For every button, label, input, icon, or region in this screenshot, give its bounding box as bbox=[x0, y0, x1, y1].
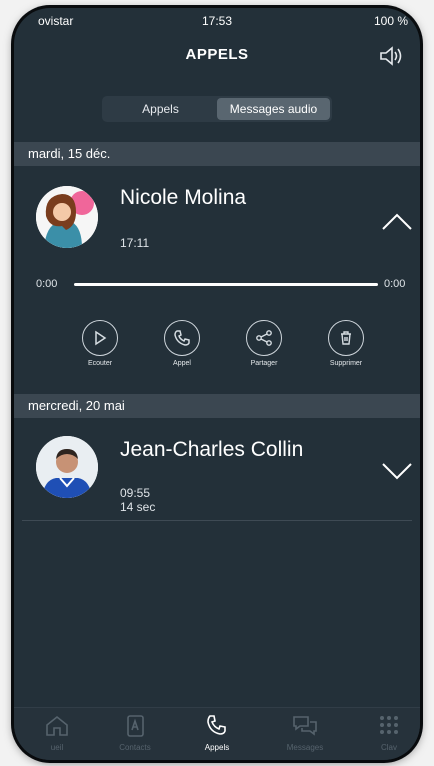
tab-contacts[interactable]: Contacts bbox=[100, 714, 170, 752]
tab-clavier[interactable]: Clav bbox=[354, 714, 420, 752]
tab-accueil[interactable]: ueil bbox=[22, 714, 92, 752]
tab-bar: ueil Contacts Appels Messages Clav bbox=[14, 707, 420, 760]
avatar bbox=[36, 436, 98, 498]
date-header: mardi, 15 déc. bbox=[14, 142, 420, 166]
share-button[interactable]: Partager bbox=[234, 320, 294, 367]
tab-label: Contacts bbox=[119, 743, 151, 752]
battery-level: 100 % bbox=[373, 14, 408, 28]
share-icon bbox=[246, 320, 282, 356]
share-label: Partager bbox=[250, 360, 278, 367]
list-divider bbox=[22, 520, 412, 521]
trash-icon bbox=[328, 320, 364, 356]
chevron-up-icon[interactable] bbox=[380, 210, 414, 232]
play-icon bbox=[82, 320, 118, 356]
phone-screen: ovistar 17:53 100 % APPELS Appels Messag… bbox=[14, 8, 420, 760]
contact-name: Jean-Charles Collin bbox=[120, 438, 304, 461]
chat-icon bbox=[293, 716, 317, 736]
date-header: mercredi, 20 mai bbox=[14, 394, 420, 418]
progress-elapsed: 0:00 bbox=[36, 278, 58, 290]
contacts-icon bbox=[127, 715, 144, 737]
progress-total: 0:00 bbox=[384, 278, 406, 290]
clock: 17:53 bbox=[201, 14, 233, 28]
call-time: 17:11 bbox=[120, 236, 150, 250]
segmented-control: Appels Messages audio bbox=[102, 96, 332, 122]
nav-bar: APPELS bbox=[14, 38, 420, 80]
status-bar: ovistar 17:53 100 % bbox=[14, 8, 420, 38]
call-label: Appel bbox=[173, 360, 191, 367]
tab-label: Messages bbox=[286, 743, 324, 752]
tab-messages[interactable]: Messages bbox=[270, 714, 340, 752]
phone-icon bbox=[164, 320, 200, 356]
tab-label: Appels bbox=[204, 743, 230, 752]
avatar bbox=[36, 186, 98, 248]
tab-label: ueil bbox=[50, 743, 64, 752]
keypad-icon bbox=[380, 716, 398, 734]
delete-label: Supprimer bbox=[329, 360, 363, 367]
chevron-down-icon[interactable] bbox=[380, 460, 414, 482]
delete-button[interactable]: Supprimer bbox=[316, 320, 376, 367]
contact-name: Nicole Molina bbox=[120, 186, 247, 209]
tab-appels-nav[interactable]: Appels bbox=[182, 714, 252, 752]
tab-messages-audio[interactable]: Messages audio bbox=[217, 98, 330, 120]
home-icon bbox=[46, 715, 68, 736]
tab-label: Clav bbox=[380, 743, 397, 752]
tab-appels[interactable]: Appels bbox=[104, 98, 217, 120]
call-button[interactable]: Appel bbox=[152, 320, 212, 367]
call-duration: 14 sec bbox=[120, 500, 156, 514]
call-time: 09:55 bbox=[120, 486, 151, 500]
listen-label: Ecouter bbox=[87, 360, 113, 367]
audio-progress-track[interactable] bbox=[74, 283, 378, 286]
page-title: APPELS bbox=[185, 46, 249, 63]
phone-icon bbox=[207, 715, 226, 735]
listen-button[interactable]: Ecouter bbox=[70, 320, 130, 367]
speaker-icon[interactable] bbox=[378, 45, 404, 67]
